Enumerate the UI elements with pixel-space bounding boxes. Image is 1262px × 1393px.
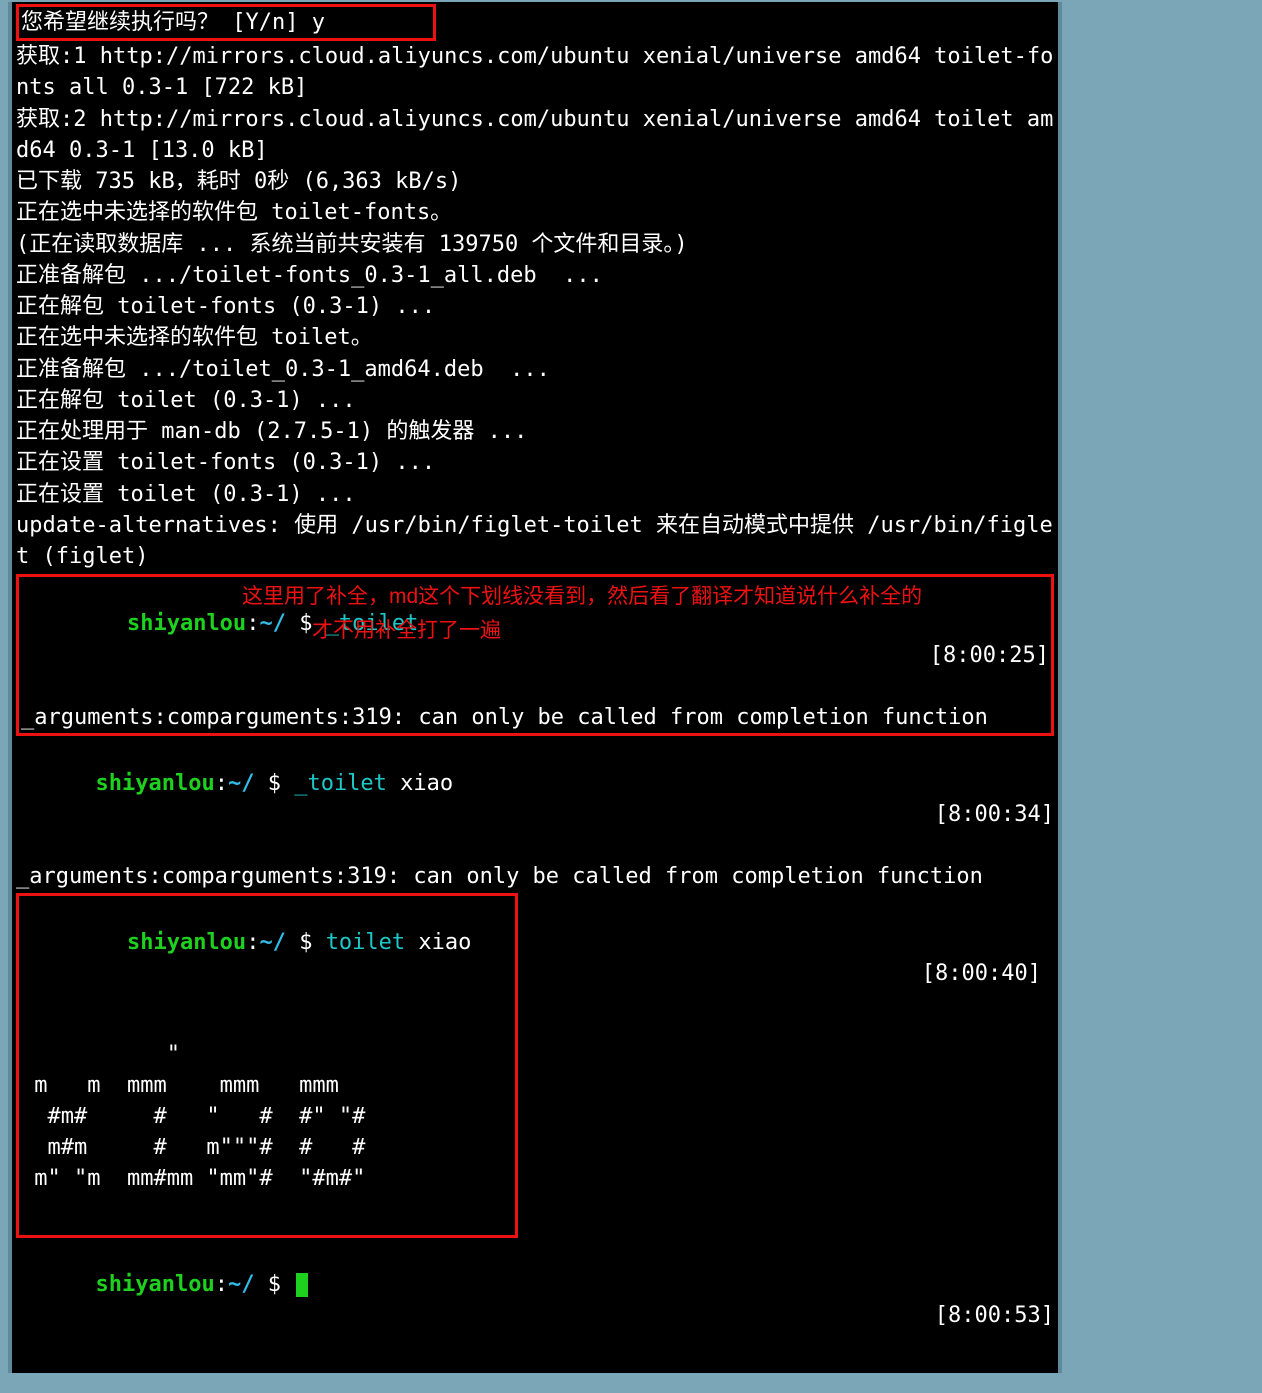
- output-line: 正准备解包 .../toilet-fonts_0.3-1_all.deb ...: [16, 260, 1054, 291]
- output-line: 正在设置 toilet (0.3-1) ...: [16, 479, 1054, 510]
- apt-output-block: 获取:1 http://mirrors.cloud.aliyuncs.com/u…: [16, 41, 1054, 572]
- prompt-symbol: $: [268, 1272, 281, 1297]
- prompt-user: shiyanlou: [95, 1272, 214, 1297]
- prompt-line[interactable]: shiyanlou:~/ $ _toilet xiao [8:00:34]: [16, 736, 1054, 861]
- prompt-symbol: $: [299, 930, 312, 955]
- terminal-container: 您希望继续执行吗？ [Y/n] y 获取:1 http://mirrors.cl…: [0, 0, 1262, 1393]
- command-text: toilet: [326, 930, 405, 955]
- prompt-path: ~/: [228, 771, 255, 796]
- output-line: 获取:1 http://mirrors.cloud.aliyuncs.com/u…: [16, 41, 1054, 103]
- cursor-icon: [296, 1273, 308, 1297]
- time-stamp: [8:00:40]: [922, 958, 1041, 989]
- prompt-user: shiyanlou: [127, 611, 246, 636]
- prompt-question: 您希望继续执行吗？ [Y/n] y: [21, 10, 325, 35]
- output-line: (正在读取数据库 ... 系统当前共安装有 139750 个文件和目录。): [16, 229, 1054, 260]
- prompt-path: ~/: [228, 1272, 255, 1297]
- time-stamp: [8:00:34]: [935, 799, 1054, 830]
- output-line: 已下载 735 kB，耗时 0秒 (6,363 kB/s): [16, 166, 1054, 197]
- terminal[interactable]: 您希望继续执行吗？ [Y/n] y 获取:1 http://mirrors.cl…: [8, 2, 1062, 1373]
- ascii-art-output: " m m mmm mmm mmm #m# # " # #" "# m#m # …: [21, 1039, 513, 1195]
- command-arg: xiao: [405, 930, 471, 955]
- prompt-line-current[interactable]: shiyanlou:~/ $ [8:00:53]: [16, 1238, 1054, 1363]
- prompt-colon: :: [215, 1272, 228, 1297]
- output-line: 正准备解包 .../toilet_0.3-1_amd64.deb ...: [16, 354, 1054, 385]
- annotation-text-2: 才不用补全打了一遍: [312, 616, 501, 646]
- prompt-user: shiyanlou: [95, 771, 214, 796]
- output-line: 正在设置 toilet-fonts (0.3-1) ...: [16, 447, 1054, 478]
- output-line: 正在解包 toilet-fonts (0.3-1) ...: [16, 291, 1054, 322]
- prompt-line[interactable]: shiyanlou:~/ $ toilet xiao [8:00:40]: [21, 896, 1041, 1021]
- prompt-symbol: $: [299, 611, 312, 636]
- output-line: 获取:2 http://mirrors.cloud.aliyuncs.com/u…: [16, 104, 1054, 166]
- highlight-box-question: 您希望继续执行吗？ [Y/n] y: [16, 4, 436, 41]
- prompt-path: ~/: [259, 611, 286, 636]
- time-stamp: [8:00:25]: [930, 640, 1049, 671]
- annotation-text-1: 这里用了补全，md这个下划线没看到，然后看了翻译才知道说什么补全的: [242, 582, 922, 612]
- output-line: update-alternatives: 使用 /usr/bin/figlet-…: [16, 510, 1054, 572]
- prompt-symbol: $: [268, 771, 281, 796]
- output-line: 正在选中未选择的软件包 toilet-fonts。: [16, 197, 1054, 228]
- prompt-colon: :: [215, 771, 228, 796]
- output-line: 正在选中未选择的软件包 toilet。: [16, 322, 1054, 353]
- command-text: _toilet: [294, 771, 387, 796]
- prompt-user: shiyanlou: [127, 930, 246, 955]
- prompt-path: ~/: [259, 930, 286, 955]
- output-line: 正在解包 toilet (0.3-1) ...: [16, 385, 1054, 416]
- error-line: _arguments:comparguments:319: can only b…: [16, 861, 1054, 892]
- prompt-colon: :: [246, 611, 259, 636]
- highlight-box-output: shiyanlou:~/ $ toilet xiao [8:00:40] " m…: [16, 893, 518, 1238]
- time-stamp: [8:00:53]: [935, 1300, 1054, 1331]
- prompt-colon: :: [246, 930, 259, 955]
- output-line: 正在处理用于 man-db (2.7.5-1) 的触发器 ...: [16, 416, 1054, 447]
- error-line: _arguments:comparguments:319: can only b…: [21, 702, 1049, 733]
- command-arg: xiao: [387, 771, 453, 796]
